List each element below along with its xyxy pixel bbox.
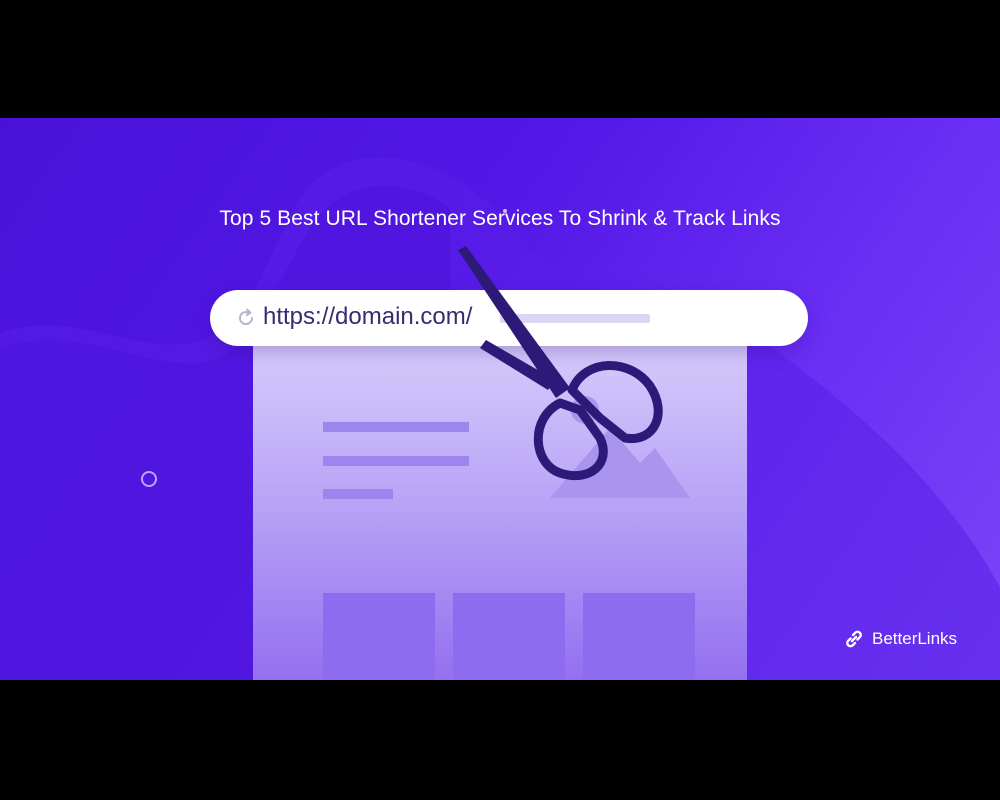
brand-name: BetterLinks	[872, 629, 958, 648]
brand-logo: BetterLinks	[843, 628, 957, 650]
letterbox-top	[0, 0, 1000, 118]
hero-banner: Top 5 Best URL Shortener Services To Shr…	[0, 118, 1000, 680]
scissors-icon	[458, 209, 663, 481]
link-icon	[846, 630, 862, 648]
letterbox-bottom	[0, 680, 1000, 800]
